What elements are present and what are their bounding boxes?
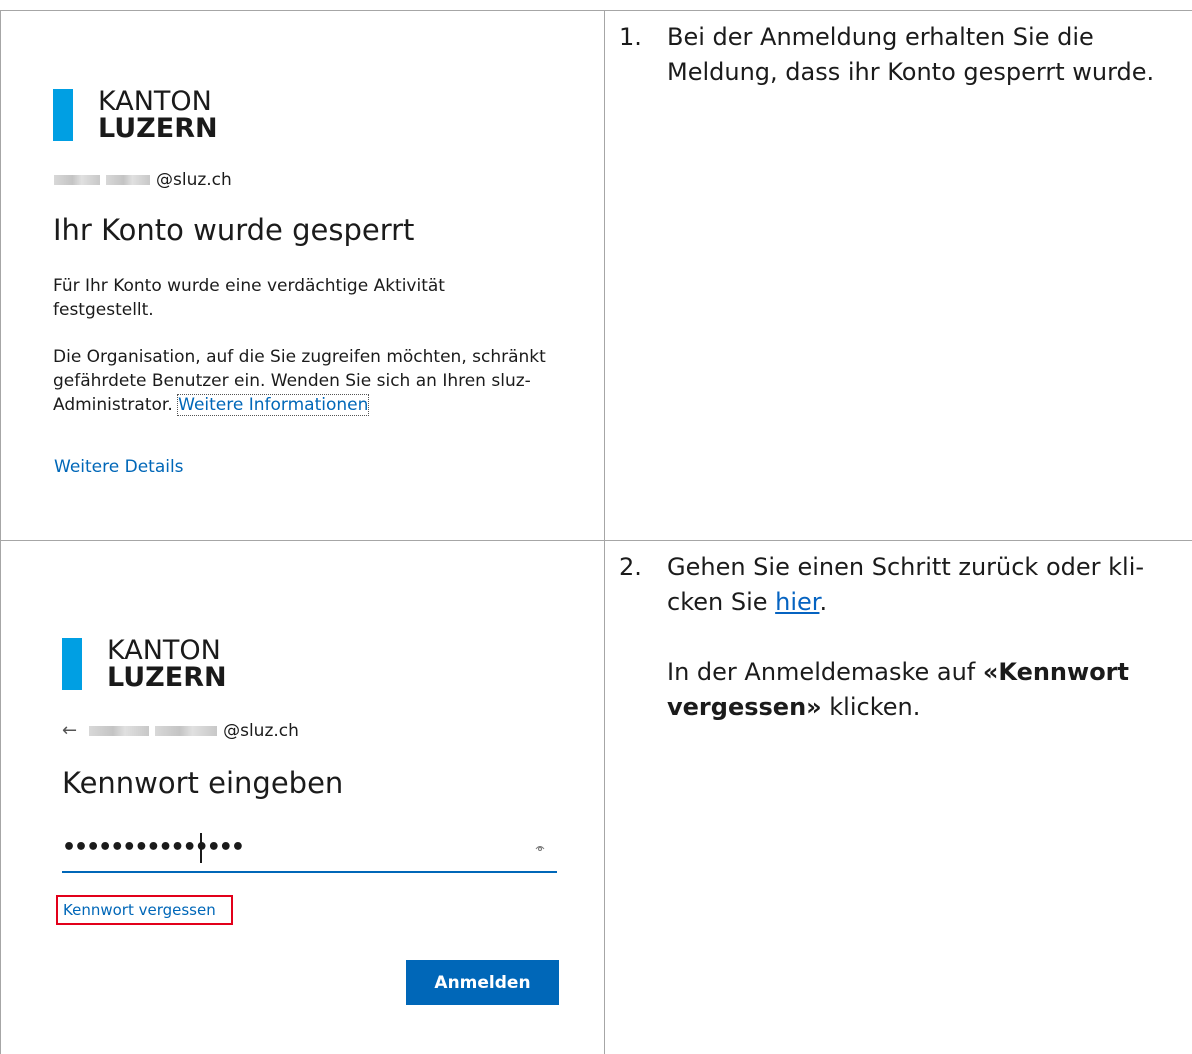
redacted-name [54, 175, 100, 185]
account-email: @sluz.ch [54, 170, 232, 190]
step-text: Bei der Anmeldung erhalten Sie die Meldu… [667, 23, 1155, 86]
kanton-luzern-logo: KANTON LUZERN [62, 637, 227, 691]
hier-link[interactable]: hier [775, 588, 819, 616]
organization-message: Die Organisation, auf die Sie zugreifen … [53, 345, 553, 417]
locked-message: Für Ihr Konto wurde eine verdächtige Akt… [53, 276, 445, 320]
table-column-divider [604, 10, 605, 1054]
step-line: cken Sie [667, 588, 776, 616]
account-email: ← @sluz.ch [62, 720, 299, 741]
logo-bar [62, 638, 82, 690]
password-value: ••••••••••••••• [62, 835, 245, 860]
step-number: 1. [619, 23, 642, 51]
redacted-surname [106, 175, 150, 185]
step-1: 1. Bei der Anmeldung erhalten Sie die Me… [619, 20, 1189, 130]
logo-line1: KANTON [98, 86, 212, 117]
text-cursor [200, 833, 202, 863]
table-row-divider [0, 540, 1192, 541]
email-domain: @sluz.ch [223, 720, 299, 741]
locked-heading: Ihr Konto wurde gesperrt [53, 213, 415, 247]
table-border-top [0, 10, 1192, 11]
instruction-table: KANTON LUZERN @sluz.ch Ihr Konto wurde g… [0, 0, 1192, 1054]
step-instruction: In der Anmeldemaske auf «Kennwort verges… [667, 658, 1129, 721]
step-line: Gehen Sie einen Schritt zurück oder kli- [667, 553, 1145, 581]
redacted-name [89, 725, 150, 736]
more-details-link[interactable]: Weitere Details [54, 455, 184, 479]
back-arrow-icon[interactable]: ← [62, 720, 77, 741]
table-border-left [0, 10, 1, 1054]
forgot-password-link[interactable]: Kennwort vergessen [56, 895, 233, 925]
logo-bar [53, 89, 73, 141]
eye-icon[interactable] [535, 843, 545, 853]
password-input[interactable]: ••••••••••••••• [62, 829, 557, 873]
kanton-luzern-logo: KANTON LUZERN [53, 88, 218, 142]
password-heading: Kennwort eingeben [62, 766, 344, 800]
email-domain: @sluz.ch [156, 170, 232, 190]
logo-line1: KANTON [107, 635, 221, 666]
signin-button[interactable]: Anmelden [406, 960, 559, 1005]
logo-line2: LUZERN [107, 662, 227, 693]
more-info-link[interactable]: Weitere Informationen [177, 394, 370, 416]
step-2: 2. Gehen Sie einen Schritt zurück oder k… [619, 550, 1189, 810]
step-number: 2. [619, 553, 642, 581]
redacted-surname [155, 725, 218, 736]
logo-line2: LUZERN [98, 113, 218, 144]
